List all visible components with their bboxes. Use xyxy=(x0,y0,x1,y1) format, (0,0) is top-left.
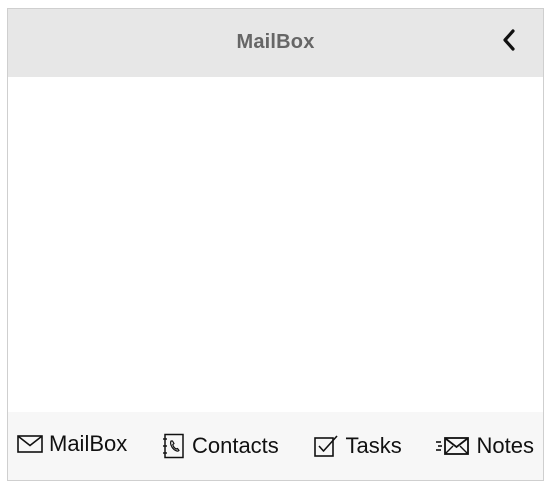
header-bar: MailBox xyxy=(8,9,543,77)
tab-label: Contacts xyxy=(191,433,279,458)
checkbox-icon xyxy=(313,434,340,458)
fast-mail-icon xyxy=(436,436,470,456)
envelope-icon xyxy=(17,434,43,454)
tab-label: Tasks xyxy=(345,433,402,458)
page-title: MailBox xyxy=(236,31,315,53)
contacts-book-icon xyxy=(162,433,186,459)
tab-mailbox[interactable]: MailBox xyxy=(17,431,127,457)
tab-contacts[interactable]: Contacts xyxy=(162,433,279,459)
back-button[interactable] xyxy=(497,28,521,56)
tab-notes[interactable]: Notes xyxy=(436,433,534,459)
tab-label: MailBox xyxy=(49,431,128,456)
tab-tasks[interactable]: Tasks xyxy=(313,433,402,459)
tab-label: Notes xyxy=(476,433,534,458)
app-window: MailBox MailBox Contacts Tasks Notes xyxy=(7,8,544,481)
tab-bar: MailBox Contacts Tasks Notes xyxy=(8,412,543,480)
main-content xyxy=(8,77,543,414)
chevron-left-icon xyxy=(502,28,516,56)
